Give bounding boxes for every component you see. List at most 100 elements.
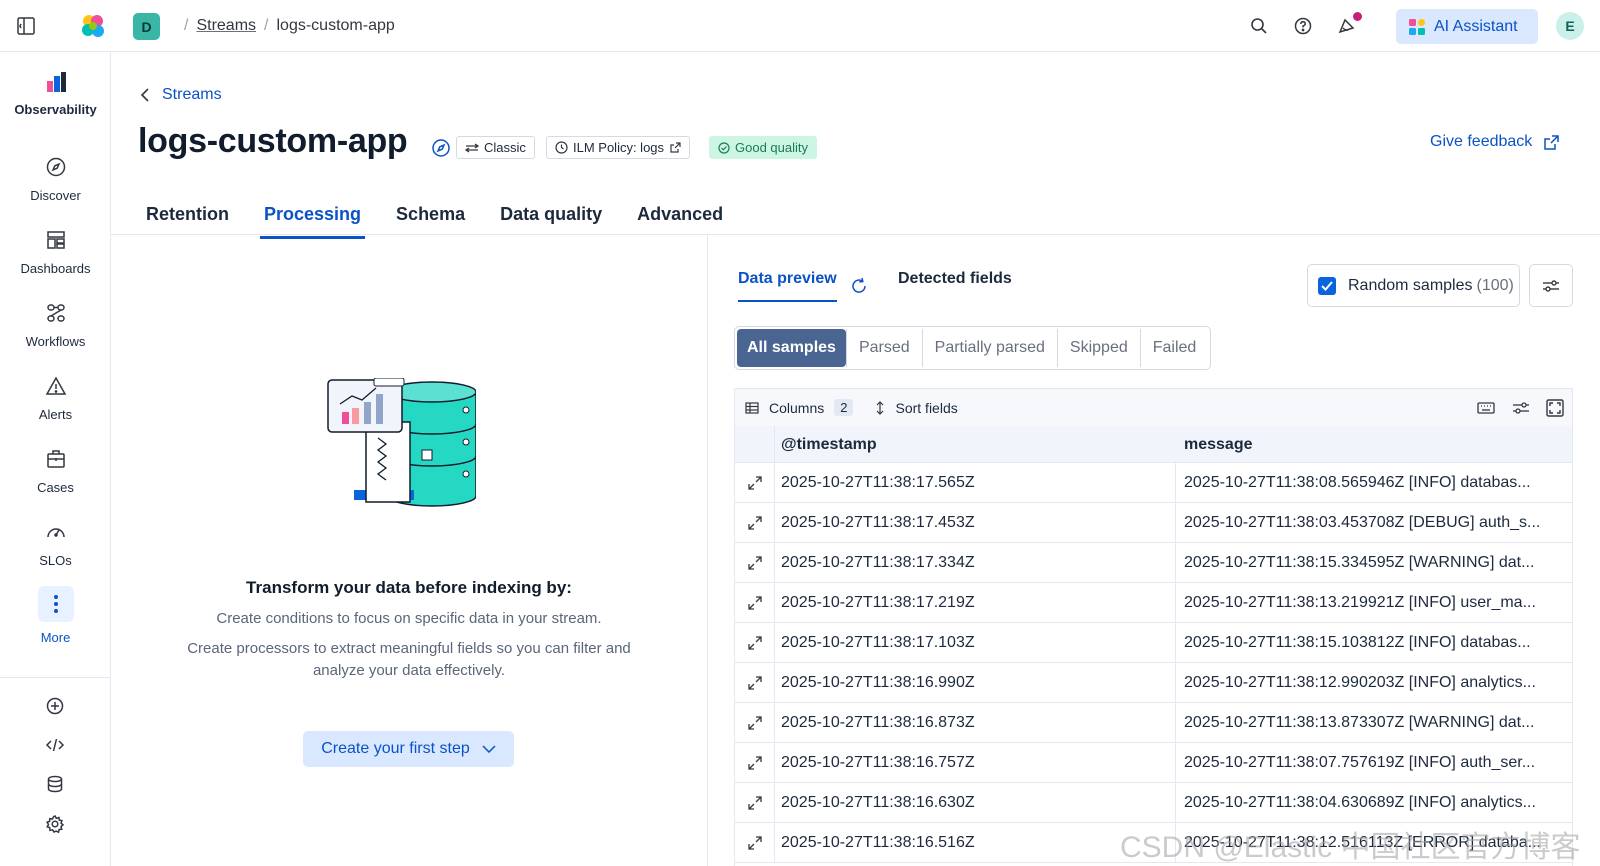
data-management-icon[interactable] xyxy=(45,774,65,794)
ai-assistant-button[interactable]: AI Assistant xyxy=(1396,9,1538,44)
tab-schema[interactable]: Schema xyxy=(392,196,469,239)
tab-advanced[interactable]: Advanced xyxy=(633,196,727,239)
column-header-timestamp[interactable]: @timestamp xyxy=(781,426,877,463)
expand-row-icon[interactable] xyxy=(735,783,775,823)
table-row[interactable]: 2025-10-27T11:38:16.630Z 2025-10-27T11:38… xyxy=(735,783,1572,823)
timestamp-cell[interactable]: 2025-10-27T11:38:17.565Z xyxy=(775,463,1176,503)
expand-row-icon[interactable] xyxy=(735,663,775,703)
timestamp-cell[interactable]: 2025-10-27T11:38:16.630Z xyxy=(775,783,1176,823)
grid-header-control xyxy=(735,426,775,463)
table-row[interactable]: 2025-10-27T11:38:17.103Z 2025-10-27T11:38… xyxy=(735,623,1572,663)
give-feedback-link[interactable]: Give feedback xyxy=(1430,133,1560,151)
message-cell[interactable]: 2025-10-27T11:38:07.757619Z [INFO] auth_… xyxy=(1176,743,1572,783)
message-cell[interactable]: 2025-10-27T11:38:12.990203Z [INFO] analy… xyxy=(1176,663,1572,703)
timestamp-cell[interactable]: 2025-10-27T11:38:17.334Z xyxy=(775,543,1176,583)
gear-icon[interactable] xyxy=(45,814,65,834)
compass-icon[interactable] xyxy=(431,138,451,158)
add-data-icon[interactable] xyxy=(45,696,65,716)
filter-partially-parsed[interactable]: Partially parsed xyxy=(921,329,1057,367)
filter-failed[interactable]: Failed xyxy=(1139,329,1209,367)
message-cell[interactable]: 2025-10-27T11:38:04.630689Z [INFO] analy… xyxy=(1176,783,1572,823)
dashboard-icon xyxy=(45,229,67,251)
expand-row-icon[interactable] xyxy=(735,463,775,503)
ilm-policy-label: ILM Policy: logs xyxy=(573,140,665,155)
filter-skipped[interactable]: Skipped xyxy=(1056,329,1140,367)
message-cell[interactable]: 2025-10-27T11:38:08.565946Z [INFO] datab… xyxy=(1176,463,1572,503)
expand-row-icon[interactable] xyxy=(735,503,775,543)
sort-icon xyxy=(877,400,884,415)
data-preview-grid: Columns 2 Sort fields @timestamp message… xyxy=(734,388,1573,866)
expand-row-icon[interactable] xyxy=(735,583,775,623)
tab-data-preview[interactable]: Data preview xyxy=(738,270,837,302)
refresh-icon[interactable] xyxy=(850,277,868,295)
expand-row-icon[interactable] xyxy=(735,543,775,583)
keyboard-shortcuts-icon[interactable] xyxy=(1476,398,1496,418)
timestamp-cell[interactable]: 2025-10-27T11:38:16.516Z xyxy=(775,823,1176,863)
column-header-message[interactable]: message xyxy=(1184,426,1253,463)
nav-item-cases[interactable]: Cases xyxy=(0,448,111,495)
columns-button[interactable]: Columns 2 xyxy=(745,399,854,416)
table-row[interactable]: 2025-10-27T11:38:16.757Z 2025-10-27T11:38… xyxy=(735,743,1572,783)
nav-item-workflows[interactable]: Workflows xyxy=(0,302,111,349)
table-row[interactable]: 2025-10-27T11:38:16.990Z 2025-10-27T11:38… xyxy=(735,663,1572,703)
gauge-icon xyxy=(45,521,67,543)
table-row[interactable]: 2025-10-27T11:38:16.516Z 2025-10-27T11:38… xyxy=(735,823,1572,863)
expand-row-icon[interactable] xyxy=(735,823,775,863)
user-avatar[interactable]: E xyxy=(1556,12,1584,40)
dev-tools-icon[interactable] xyxy=(45,735,65,755)
random-samples-toggle[interactable]: Random samples (100) xyxy=(1307,264,1520,307)
message-cell[interactable]: 2025-10-27T11:38:13.873307Z [WARNING] da… xyxy=(1176,703,1572,743)
sidebar-toggle-icon[interactable] xyxy=(16,16,36,36)
nav-item-dashboards[interactable]: Dashboards xyxy=(0,229,111,276)
table-row[interactable]: 2025-10-27T11:38:17.334Z 2025-10-27T11:38… xyxy=(735,543,1572,583)
expand-row-icon[interactable] xyxy=(735,703,775,743)
timestamp-cell[interactable]: 2025-10-27T11:38:16.990Z xyxy=(775,663,1176,703)
nav-solution-observability[interactable]: Observability xyxy=(0,70,111,117)
display-settings-icon[interactable] xyxy=(1511,398,1531,418)
nav-item-alerts[interactable]: Alerts xyxy=(0,375,111,422)
sample-settings-button[interactable] xyxy=(1529,264,1573,307)
tab-detected-fields[interactable]: Detected fields xyxy=(898,270,1012,300)
timestamp-cell[interactable]: 2025-10-27T11:38:17.219Z xyxy=(775,583,1176,623)
filter-all-samples[interactable]: All samples xyxy=(737,329,846,367)
message-cell[interactable]: 2025-10-27T11:38:03.453708Z [DEBUG] auth… xyxy=(1176,503,1572,543)
table-row[interactable]: 2025-10-27T11:38:17.219Z 2025-10-27T11:38… xyxy=(735,583,1572,623)
quality-badge-label: Good quality xyxy=(735,140,808,155)
message-cell[interactable]: 2025-10-27T11:38:12.516113Z [ERROR] data… xyxy=(1176,823,1572,863)
nav-item-slos[interactable]: SLOs xyxy=(0,521,111,568)
message-cell[interactable]: 2025-10-27T11:38:15.103812Z [INFO] datab… xyxy=(1176,623,1572,663)
elastic-logo[interactable] xyxy=(80,13,106,39)
expand-row-icon[interactable] xyxy=(735,623,775,663)
panel-divider[interactable] xyxy=(707,235,708,866)
create-first-step-button[interactable]: Create your first step xyxy=(303,731,514,767)
nav-item-more[interactable]: More xyxy=(0,586,111,645)
breadcrumb-streams[interactable]: Streams xyxy=(196,17,256,35)
table-row[interactable]: 2025-10-27T11:38:17.453Z 2025-10-27T11:38… xyxy=(735,503,1572,543)
table-row[interactable]: 2025-10-27T11:38:17.565Z 2025-10-27T11:38… xyxy=(735,463,1572,503)
tab-retention[interactable]: Retention xyxy=(142,196,233,239)
arrows-icon xyxy=(465,142,479,153)
sort-fields-button[interactable]: Sort fields xyxy=(875,400,958,416)
back-link[interactable]: Streams xyxy=(140,86,222,104)
help-icon[interactable] xyxy=(1293,16,1313,36)
timestamp-cell[interactable]: 2025-10-27T11:38:17.453Z xyxy=(775,503,1176,543)
tab-processing[interactable]: Processing xyxy=(260,196,366,239)
nav-item-discover[interactable]: Discover xyxy=(0,156,111,203)
message-text: 2025-10-27T11:38:12.516113Z [ERROR] data… xyxy=(1184,834,1541,851)
random-samples-checkbox[interactable] xyxy=(1318,276,1336,295)
timestamp-cell[interactable]: 2025-10-27T11:38:16.757Z xyxy=(775,743,1176,783)
message-cell[interactable]: 2025-10-27T11:38:13.219921Z [INFO] user_… xyxy=(1176,583,1572,623)
fullscreen-icon[interactable] xyxy=(1545,398,1565,418)
table-row[interactable]: 2025-10-27T11:38:16.873Z 2025-10-27T11:38… xyxy=(735,703,1572,743)
tab-data-quality[interactable]: Data quality xyxy=(496,196,606,239)
message-text: 2025-10-27T11:38:04.630689Z [INFO] analy… xyxy=(1184,794,1536,811)
space-avatar[interactable]: D xyxy=(133,13,160,40)
empty-state-title: Transform your data before indexing by: xyxy=(246,578,572,597)
filter-parsed[interactable]: Parsed xyxy=(845,329,922,367)
expand-row-icon[interactable] xyxy=(735,743,775,783)
search-icon[interactable] xyxy=(1249,16,1269,36)
timestamp-cell[interactable]: 2025-10-27T11:38:17.103Z xyxy=(775,623,1176,663)
ilm-policy-badge[interactable]: ILM Policy: logs xyxy=(546,136,691,159)
timestamp-cell[interactable]: 2025-10-27T11:38:16.873Z xyxy=(775,703,1176,743)
message-cell[interactable]: 2025-10-27T11:38:15.334595Z [WARNING] da… xyxy=(1176,543,1572,583)
